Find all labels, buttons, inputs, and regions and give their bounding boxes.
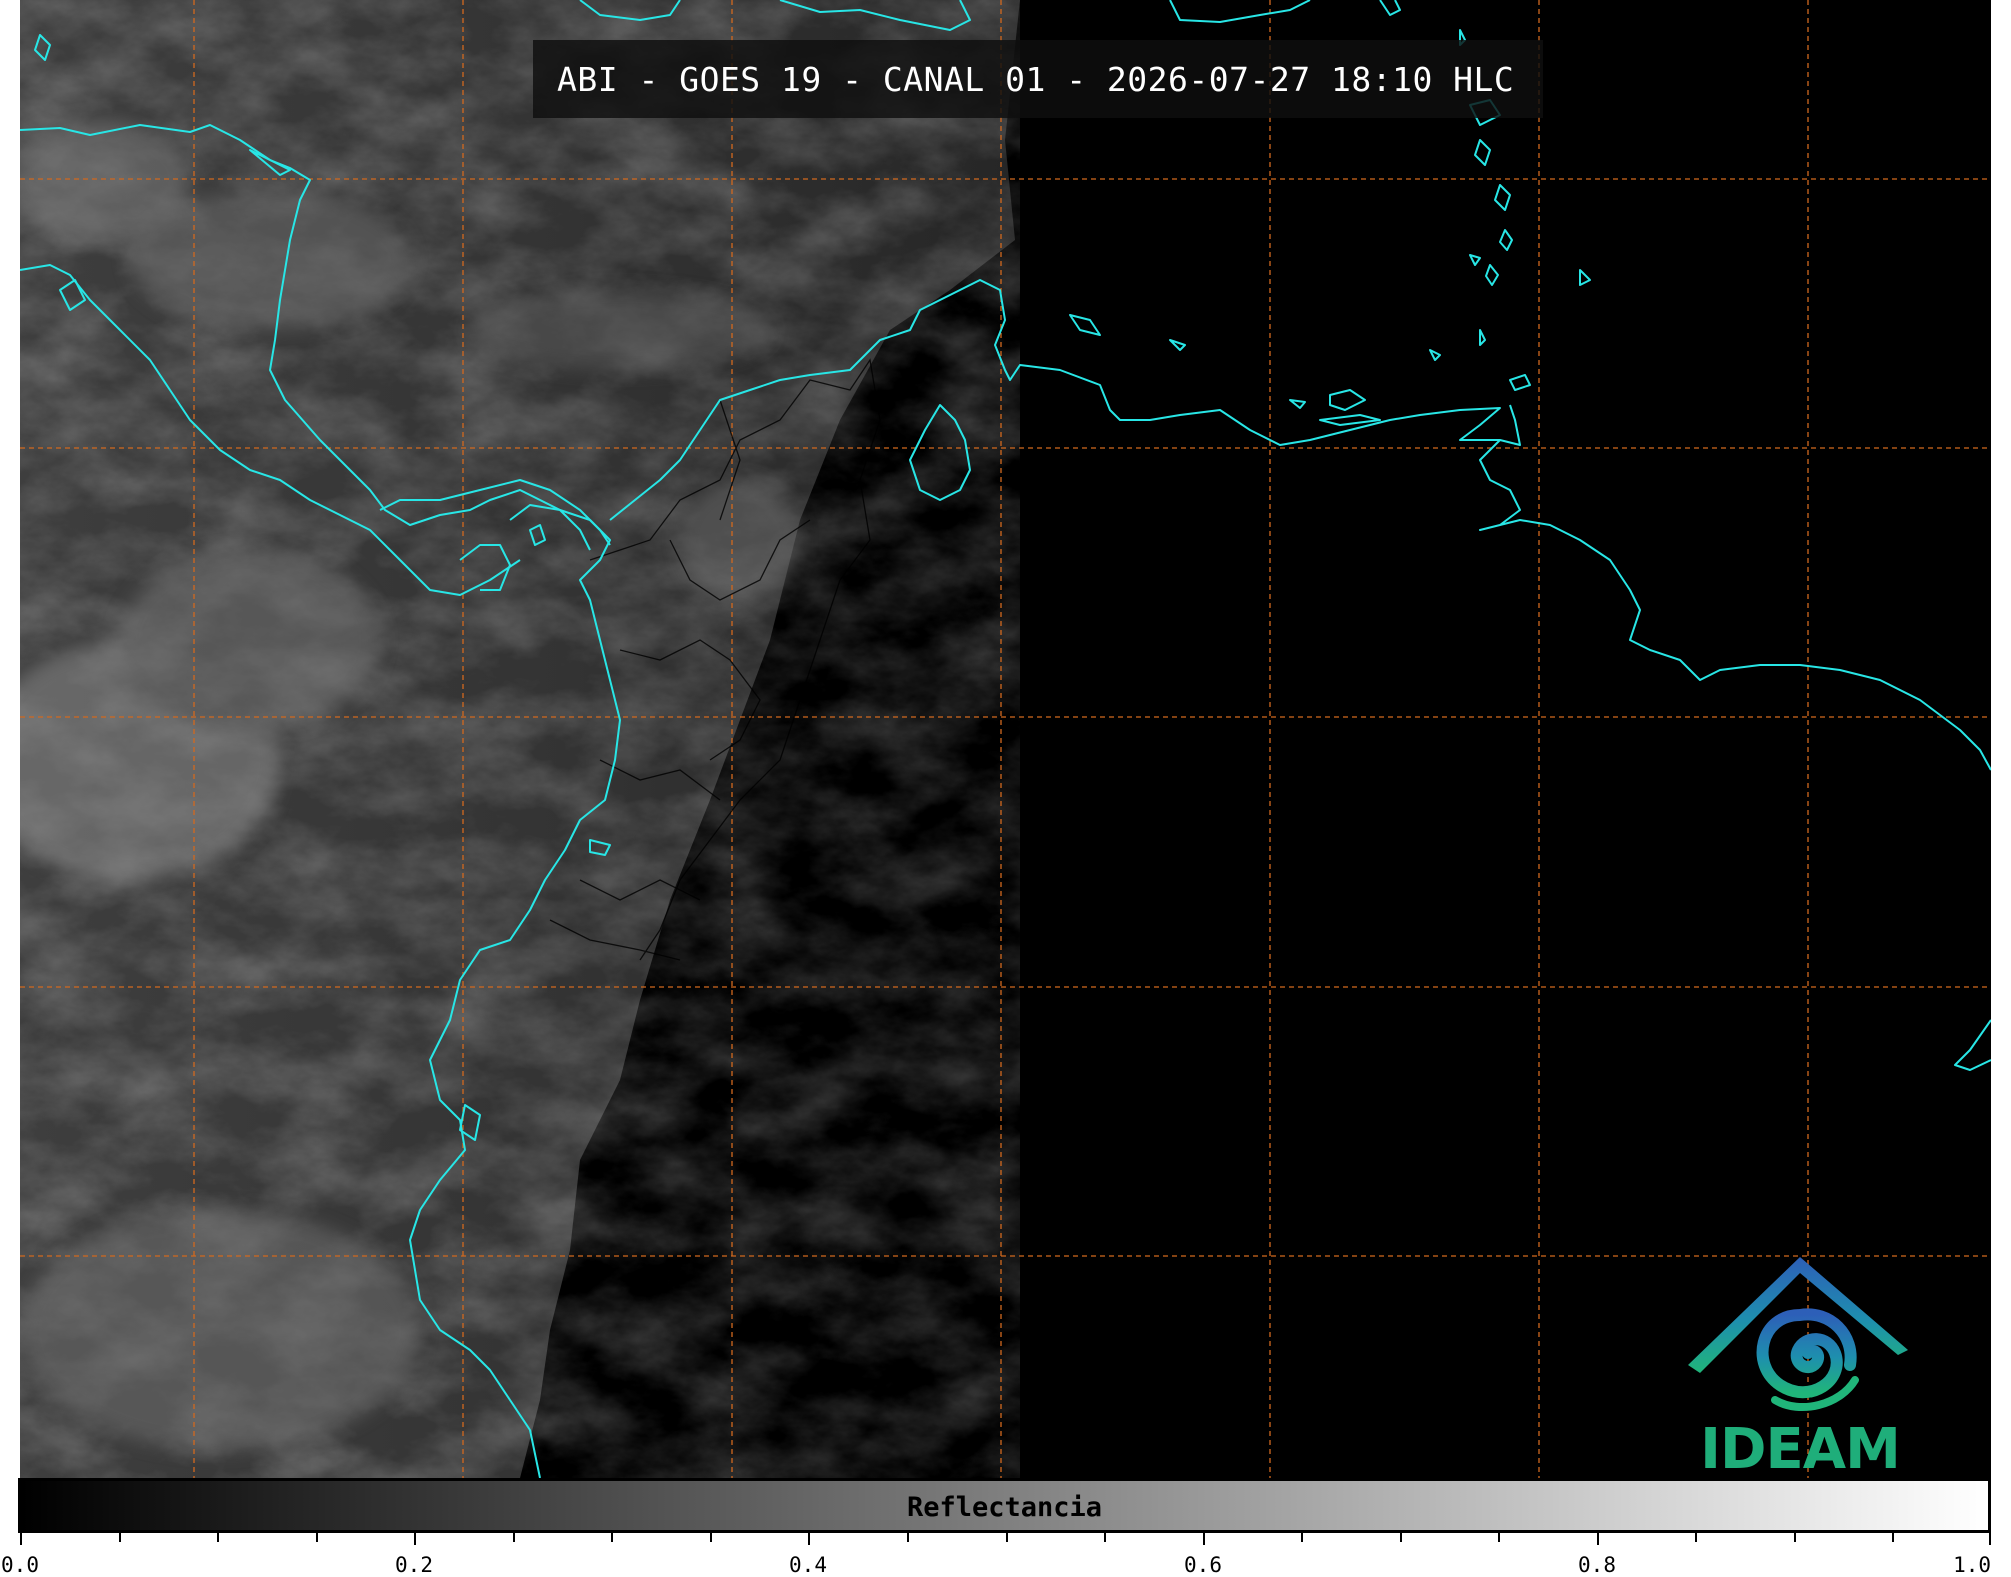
colorbar-minor-tick (1301, 1533, 1303, 1542)
colorbar-minor-tick (611, 1533, 613, 1542)
colorbar-major-tick (1597, 1533, 1599, 1545)
colorbar-minor-tick (1498, 1533, 1500, 1542)
colorbar: Reflectancia (18, 1478, 1991, 1533)
colorbar-major-tick (20, 1533, 22, 1545)
logo-text: IDEAM (1700, 1417, 1901, 1478)
colorbar-major-tick (1203, 1533, 1205, 1545)
colorbar-major-tick (1989, 1533, 1991, 1545)
colorbar-minor-tick (316, 1533, 318, 1542)
satellite-map: ABI - GOES 19 - CANAL 01 - 2026-07-27 18… (20, 0, 1991, 1478)
colorbar-minor-tick (1400, 1533, 1402, 1542)
ideam-emblem-icon (1688, 1257, 1908, 1412)
colorbar-minor-tick (1794, 1533, 1796, 1542)
colorbar-minor-tick (217, 1533, 219, 1542)
colorbar-minor-tick (513, 1533, 515, 1542)
colorbar-minor-tick (1006, 1533, 1008, 1542)
colorbar-minor-tick (119, 1533, 121, 1542)
colorbar-minor-tick (710, 1533, 712, 1542)
colorbar-tick-label: 0.6 (1184, 1553, 1222, 1577)
colorbar-tick-label: 0.8 (1578, 1553, 1616, 1577)
colorbar-minor-tick (1892, 1533, 1894, 1542)
title-box: ABI - GOES 19 - CANAL 01 - 2026-07-27 18… (533, 40, 1543, 118)
colorbar-minor-tick (907, 1533, 909, 1542)
colorbar-major-tick (808, 1533, 810, 1545)
colorbar-tick-label: 0.2 (395, 1553, 433, 1577)
colorbar-minor-tick (1695, 1533, 1697, 1542)
colorbar-label: Reflectancia (906, 1492, 1103, 1523)
colorbar-ticks: 0.0 0.2 0.4 0.6 0.8 1.0 (1, 1533, 1991, 1577)
ideam-logo: IDEAM (1680, 1255, 1920, 1478)
colorbar-tick-label: 1.0 (1953, 1553, 1991, 1577)
colorbar-minor-tick (1104, 1533, 1106, 1542)
colorbar-tick-label: 0.4 (789, 1553, 827, 1577)
colorbar-major-tick (414, 1533, 416, 1545)
map-title: ABI - GOES 19 - CANAL 01 - 2026-07-27 18… (557, 59, 1515, 99)
colorbar-tick-label: 0.0 (1, 1553, 39, 1577)
